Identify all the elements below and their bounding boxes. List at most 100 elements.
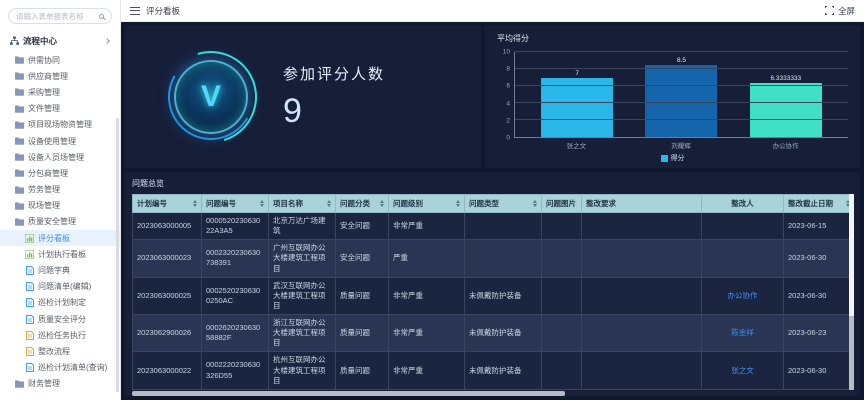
- table-row[interactable]: 2023063000005000052023063022A3A5北京万达广场建筑…: [133, 213, 855, 240]
- sidebar-item-folder[interactable]: 分包商管理: [0, 165, 120, 181]
- y-tick-label: 4: [506, 100, 510, 107]
- sidebar-item-folder[interactable]: 供应商管理: [0, 68, 120, 84]
- y-tick-label: 10: [503, 49, 510, 56]
- sidebar-item-sub[interactable]: 质量安全评分: [0, 311, 120, 327]
- sidebar-item-folder[interactable]: 采购管理: [0, 84, 120, 100]
- table-row[interactable]: 2023062600008000082023062825FF32test1项目质…: [133, 389, 855, 390]
- sidebar-item-sub[interactable]: 巡检计划清单(查询): [0, 360, 120, 376]
- score-badge-icon: V: [165, 51, 257, 143]
- sidebar-item-folder[interactable]: 设备人员场管理: [0, 149, 120, 165]
- column-header-label: 整改截止日期: [788, 198, 833, 209]
- column-header[interactable]: 整改要求: [582, 195, 702, 213]
- process-center-label: 流程中心: [23, 35, 105, 47]
- sort-icon[interactable]: [533, 200, 537, 207]
- column-header[interactable]: 项目名称: [269, 195, 336, 213]
- cell-level: 非常严重: [389, 352, 465, 389]
- cell-issue-no: 0002320230630738391: [202, 240, 269, 277]
- column-header[interactable]: 问题编号: [202, 195, 269, 213]
- sidebar-item-sub[interactable]: 巡检计划制定: [0, 295, 120, 311]
- cell-has-image: [542, 213, 582, 240]
- sidebar-item-sub[interactable]: 计划执行看板: [0, 246, 120, 262]
- chart-legend[interactable]: 得分: [497, 153, 848, 163]
- sidebar-item-folder[interactable]: 劳务管理: [0, 182, 120, 198]
- column-header-label: 问题级别: [393, 198, 423, 209]
- cell-issue-no: 000262023063058882F: [202, 315, 269, 352]
- cell-deadline: 2023-06-23: [784, 315, 855, 352]
- cell-requirement: [582, 315, 702, 352]
- sidebar-item-sub[interactable]: 整改流程: [0, 343, 120, 359]
- bar-group: 7: [541, 52, 613, 137]
- page-title: 评分看板: [146, 5, 180, 17]
- sidebar-item-label: 问题字典: [38, 265, 70, 276]
- table-row[interactable]: 20230630000230002320230630738391广州互联网办公大…: [133, 240, 855, 277]
- sidebar-item-process-center[interactable]: 流程中心: [0, 30, 120, 52]
- sidebar-scrollbar[interactable]: [116, 118, 119, 392]
- column-header[interactable]: 整改人: [702, 195, 784, 213]
- table-horizontal-scrollbar[interactable]: [132, 391, 854, 396]
- bar-value-label: 7: [575, 70, 579, 77]
- column-header[interactable]: 整改截止日期: [784, 195, 855, 213]
- table-row[interactable]: 20230630000220002220230630326D55杭州互联网办公大…: [133, 352, 855, 389]
- table-vertical-scrollbar[interactable]: [849, 194, 854, 390]
- sidebar-item-label: 项目现场物资管理: [28, 119, 92, 130]
- sidebar-search[interactable]: [8, 8, 112, 24]
- bar[interactable]: [541, 78, 613, 138]
- sort-icon[interactable]: [380, 200, 384, 207]
- cell-deadline: 2023-06-30: [784, 352, 855, 389]
- assignee-link[interactable]: 办公协作: [728, 291, 758, 300]
- sidebar-item-folder[interactable]: 设备使用管理: [0, 133, 120, 149]
- cell-plan-no: 2023062600008: [133, 389, 202, 390]
- folder-icon: [15, 137, 24, 146]
- assignee-link[interactable]: 陈金祥: [731, 328, 754, 337]
- column-header[interactable]: 问题类型: [465, 195, 542, 213]
- y-tick-label: 0: [506, 135, 510, 142]
- bar-group: 8.5: [645, 52, 717, 137]
- table-row[interactable]: 202306300002500025202306300250AC武汉互联网办公大…: [133, 277, 855, 314]
- cell-type: 未佩戴防护装备: [465, 315, 542, 352]
- folder-icon: [15, 201, 24, 210]
- column-header[interactable]: 计划编号: [133, 195, 202, 213]
- cell-category: 安全问题: [336, 213, 389, 240]
- table-row[interactable]: 2023062900026000262023063058882F浙江互联网办公大…: [133, 315, 855, 352]
- cell-has-image: [542, 389, 582, 390]
- column-header[interactable]: 问题级别: [389, 195, 465, 213]
- sidebar-item-sub[interactable]: 问题清单(编辑): [0, 279, 120, 295]
- search-input[interactable]: [16, 12, 98, 21]
- sidebar-item-folder[interactable]: 财务管理: [0, 376, 120, 392]
- sort-icon[interactable]: [327, 200, 331, 207]
- sidebar-item-label: 评分看板: [38, 233, 70, 244]
- cell-assignee: 办公协作: [702, 277, 784, 314]
- column-header-label: 问题图片: [546, 198, 576, 209]
- sidebar-item-folder[interactable]: 项目现场物资管理: [0, 117, 120, 133]
- menu-icon[interactable]: [130, 7, 140, 15]
- cell-deadline: 2023-06-30: [784, 277, 855, 314]
- column-header-label: 整改人: [731, 198, 754, 209]
- sort-icon[interactable]: [193, 200, 197, 207]
- x-tick-label: 张之文: [540, 140, 612, 150]
- cell-category: 质量问题: [336, 277, 389, 314]
- sidebar-item-folder[interactable]: 现场管理: [0, 198, 120, 214]
- sidebar-item-folder[interactable]: 质量安全管理: [0, 214, 120, 230]
- gridline: [515, 51, 848, 52]
- cell-level: 非常严重: [389, 315, 465, 352]
- bar[interactable]: [645, 65, 717, 137]
- cell-plan-no: 2023063000022: [133, 352, 202, 389]
- bar[interactable]: [750, 83, 822, 137]
- sidebar-item-sub[interactable]: 巡检任务执行: [0, 327, 120, 343]
- sidebar-item-label: 供应商管理: [28, 71, 68, 82]
- fullscreen-button[interactable]: 全屏: [825, 5, 855, 17]
- cell-project: 武汉互联网办公大楼建筑工程项目: [269, 277, 336, 314]
- sidebar-item-sub[interactable]: 问题字典: [0, 262, 120, 278]
- cell-issue-no: 000052023063022A3A5: [202, 213, 269, 240]
- sidebar-item-sub[interactable]: 评分看板: [0, 230, 120, 246]
- assignee-link[interactable]: 张之文: [731, 366, 754, 375]
- column-header[interactable]: 问题分类: [336, 195, 389, 213]
- folder-icon: [15, 185, 24, 194]
- sort-icon[interactable]: [456, 200, 460, 207]
- sidebar-item-folder[interactable]: 供需协同: [0, 52, 120, 68]
- sidebar-item-folder[interactable]: 文件管理: [0, 101, 120, 117]
- sidebar-item-label: 设备使用管理: [28, 136, 76, 147]
- sidebar-item-label: 巡检任务执行: [38, 330, 86, 341]
- sort-icon[interactable]: [260, 200, 264, 207]
- column-header[interactable]: 问题图片: [542, 195, 582, 213]
